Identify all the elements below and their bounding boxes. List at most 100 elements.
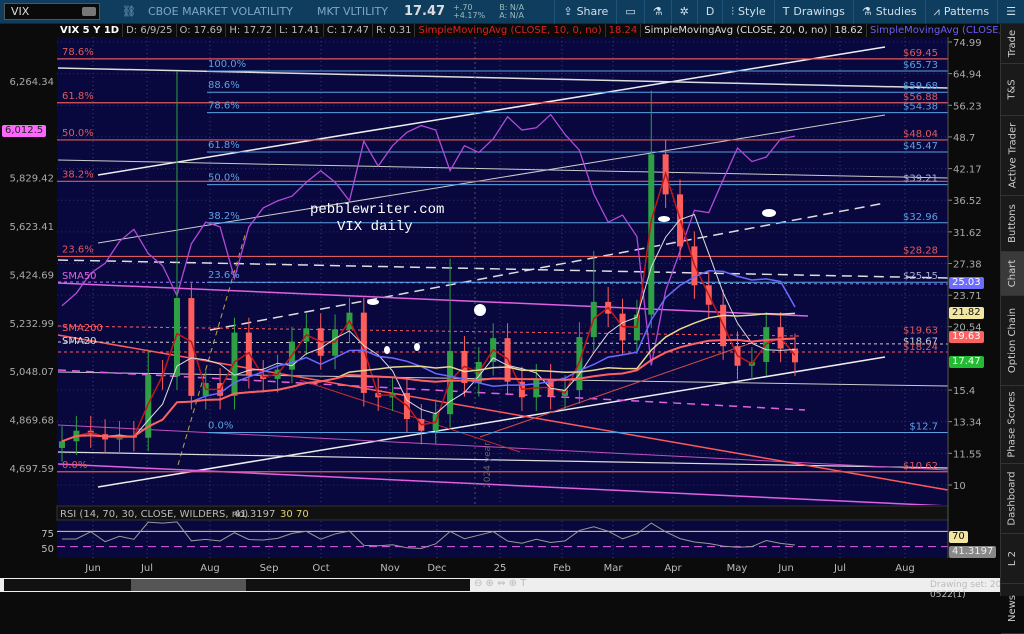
price-level-label: $32.96 xyxy=(903,212,938,223)
fib-label-blue: 50.0% xyxy=(208,173,240,184)
price-level-label: $65.73 xyxy=(903,60,938,71)
fib-label-red: 38.2% xyxy=(62,169,94,180)
rsi-value-badge: 41.3197 xyxy=(949,546,997,558)
month-label: Nov xyxy=(380,563,400,574)
price-level-label: $59.68 xyxy=(903,81,938,92)
tab-label: Active Trader xyxy=(1007,122,1019,189)
price-level-label: $48.04 xyxy=(903,129,938,140)
price-level-label: $54.38 xyxy=(903,102,938,113)
price-level-label: $19.63 xyxy=(903,326,938,337)
rsi-axis-75: 75 xyxy=(41,529,54,540)
tab-label: News xyxy=(1007,594,1018,623)
left-axis-label: 4,697.59 xyxy=(9,464,54,475)
right-axis-label: 11.55 xyxy=(953,449,982,460)
fib-label-blue: 38.2% xyxy=(208,211,240,222)
month-label: Jul xyxy=(140,563,153,574)
right-axis-label: 31.62 xyxy=(953,228,982,239)
price-chart[interactable]: 78.6%61.8%50.0%38.2%23.6%0.0%100.0%88.6%… xyxy=(0,0,1000,578)
zoom-controls-icon[interactable]: ⊖ ⊕ ⇔ ⊕ T xyxy=(474,578,526,589)
left-axis-label: 4,869.68 xyxy=(9,416,54,427)
sidebar-tab-chart[interactable]: Chart xyxy=(1001,252,1024,296)
sidebar-tab-buttons[interactable]: Buttons xyxy=(1001,196,1024,252)
rsi-low: 30 xyxy=(280,509,293,520)
fib-label-red: 23.6% xyxy=(62,244,94,255)
sidebar-tab-news[interactable]: News xyxy=(1001,584,1024,634)
month-label: Oct xyxy=(312,563,329,574)
month-label: Dec xyxy=(427,563,446,574)
month-label: May xyxy=(727,563,748,574)
sidebar-tab-t-s[interactable]: T&S xyxy=(1001,64,1024,116)
left-axis-label: 5,232.99 xyxy=(9,319,54,330)
fib-label-red: 50.0% xyxy=(62,128,94,139)
right-axis-label: 15.4 xyxy=(953,386,975,397)
right-axis-label: 74.99 xyxy=(953,38,982,49)
tab-label: L 2 xyxy=(1007,550,1018,567)
fib-label-blue: 88.6% xyxy=(208,80,240,91)
right-axis-label: 48.7 xyxy=(953,133,975,144)
month-label: Apr xyxy=(664,563,682,574)
fib-label-blue: 0.0% xyxy=(208,420,233,431)
price-badge: 17.47 xyxy=(949,356,984,369)
fib-label-blue: 61.8% xyxy=(208,140,240,151)
horizontal-scrollbar[interactable] xyxy=(4,579,470,591)
sidebar-tab-dashboard[interactable]: Dashboard xyxy=(1001,464,1024,534)
price-level-label: $10.62 xyxy=(903,461,938,472)
price-level-label: $39.21 xyxy=(903,174,938,185)
menu-icon-button[interactable]: ☰ xyxy=(997,0,1024,24)
left-axis-label: 5,623.41 xyxy=(9,222,54,233)
year-annotation: 2024 year xyxy=(483,442,493,488)
right-axis-label: 13.34 xyxy=(953,418,982,429)
fib-label-blue: 100.0% xyxy=(208,59,246,70)
sidebar-tab-phase-scores[interactable]: Phase Scores xyxy=(1001,386,1024,464)
month-label: Aug xyxy=(895,563,915,574)
month-label: Aug xyxy=(200,563,220,574)
scrollbar-thumb[interactable] xyxy=(131,579,246,591)
tab-label: Dashboard xyxy=(1007,471,1019,526)
rsi-plot-area xyxy=(57,520,948,558)
price-level-label: $45.47 xyxy=(903,141,938,152)
right-axis-label: 10 xyxy=(953,481,966,492)
right-sidebar: Trade T&S Active Trader Buttons Chart Option … xyxy=(1000,24,1024,634)
candle-body xyxy=(360,312,367,393)
candle-body xyxy=(792,348,798,363)
sidebar-tab-trade[interactable]: Trade xyxy=(1001,24,1024,64)
month-label: Jun xyxy=(84,563,101,574)
tab-label: Option Chain xyxy=(1007,307,1018,374)
sma200-study-label: SMA200 xyxy=(62,323,103,334)
month-label: Jun xyxy=(777,563,794,574)
right-axis-label: 27.38 xyxy=(953,260,982,271)
price-badge: 21.82 xyxy=(949,307,984,320)
right-axis-label: 36.52 xyxy=(953,196,982,207)
plot-area xyxy=(57,37,948,505)
price-level-label: $12.7 xyxy=(909,421,938,432)
right-axis-label: 56.23 xyxy=(953,101,982,112)
watermark-line1: pebblewriter.com xyxy=(310,202,444,218)
left-axis-label: 5,424.69 xyxy=(9,271,54,282)
price-level-label: $69.45 xyxy=(903,48,938,59)
price-level-label: $28.28 xyxy=(903,245,938,256)
rsi-axis-50: 50 xyxy=(41,544,54,555)
left-axis-label: 5,048.07 xyxy=(9,367,54,378)
sidebar-tab-l-2[interactable]: L 2 xyxy=(1001,534,1024,584)
price-level-label: $18.24 xyxy=(903,342,938,353)
month-label: Mar xyxy=(604,563,624,574)
fib-label-red: 0.0% xyxy=(62,460,87,471)
rsi-label[interactable]: RSI (14, 70, 30, CLOSE, WILDERS, no) xyxy=(60,509,248,520)
bottom-bar: ⊖ ⊕ ⇔ ⊕ T xyxy=(0,578,1000,592)
sidebar-tab-active-trader[interactable]: Active Trader xyxy=(1001,116,1024,196)
sma20-study-label: SMA20 xyxy=(62,336,97,347)
price-badge: 25.03 xyxy=(949,277,984,290)
price-badge: 19.63 xyxy=(949,330,984,343)
tab-label: T&S xyxy=(1006,79,1018,100)
month-label: Feb xyxy=(553,563,571,574)
right-axis-label: 23.71 xyxy=(953,291,982,302)
spx-price-badge: 6,012.5 xyxy=(2,125,47,137)
sidebar-tab-option-chain[interactable]: Option Chain xyxy=(1001,296,1024,386)
right-axis-label: 42.17 xyxy=(953,165,982,176)
tab-label: Chart xyxy=(1007,259,1019,288)
sma50-study-label: SMA50 xyxy=(62,271,97,282)
month-label: Jul xyxy=(833,563,846,574)
rsi-high: 70 xyxy=(296,509,309,520)
price-level-label: $25.15 xyxy=(903,271,938,282)
left-axis-label: 5,829.42 xyxy=(9,174,54,185)
